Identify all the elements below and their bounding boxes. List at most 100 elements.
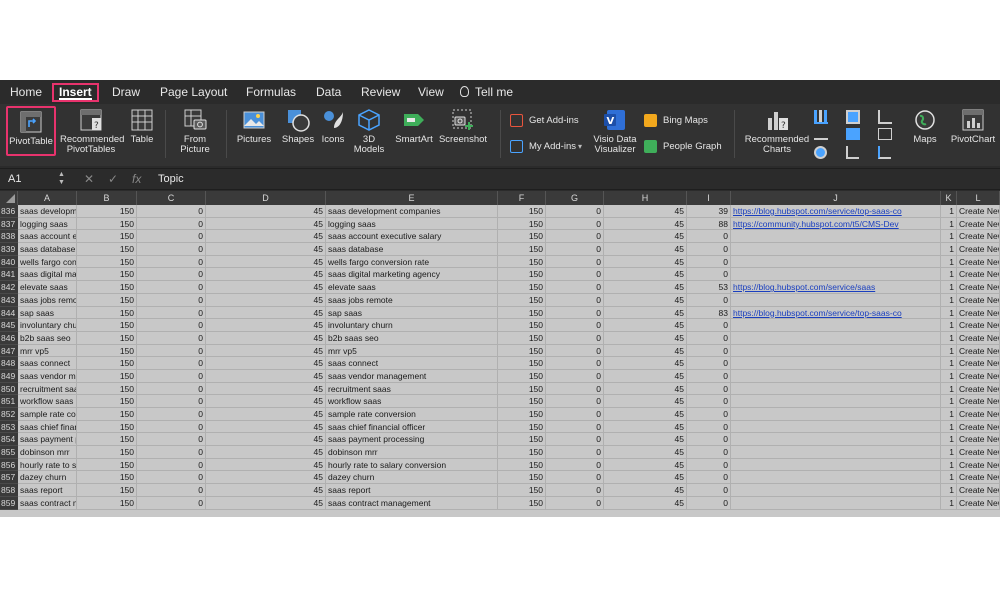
cell-i[interactable]: 39 xyxy=(687,205,731,218)
cell-c[interactable]: 0 xyxy=(137,205,206,218)
cell-b[interactable]: 150 xyxy=(77,408,137,421)
cell-i[interactable]: 0 xyxy=(687,408,731,421)
line-chart-icon[interactable] xyxy=(814,128,828,140)
table-button[interactable]: Table xyxy=(126,106,158,145)
cell-k[interactable]: 1 xyxy=(941,306,957,320)
row-header[interactable]: 845 xyxy=(0,319,18,332)
cell-l[interactable]: Create New xyxy=(957,217,1000,231)
smartart-button[interactable]: SmartArt xyxy=(392,106,436,145)
cell-c[interactable]: 0 xyxy=(137,357,206,370)
cell-c[interactable]: 0 xyxy=(137,471,206,485)
tab-formulas[interactable]: Formulas xyxy=(244,83,298,102)
cell-d[interactable]: 45 xyxy=(206,243,326,256)
cell-g[interactable]: 0 xyxy=(546,205,604,218)
cell-f[interactable]: 150 xyxy=(498,471,546,485)
cell-d[interactable]: 45 xyxy=(206,484,326,497)
tab-view[interactable]: View xyxy=(416,83,446,102)
cell-h[interactable]: 45 xyxy=(604,217,687,231)
row-header[interactable]: 837 xyxy=(0,217,18,231)
cell-c[interactable]: 0 xyxy=(137,420,206,434)
cell-b[interactable]: 150 xyxy=(77,369,137,383)
cell-d[interactable]: 45 xyxy=(206,331,326,345)
cell-k[interactable]: 1 xyxy=(941,433,957,447)
cell-i[interactable]: 0 xyxy=(687,293,731,307)
cell-e[interactable]: sample rate conversion xyxy=(326,408,498,421)
shapes-button[interactable]: Shapes xyxy=(278,106,318,145)
cell-h[interactable]: 45 xyxy=(604,433,687,447)
cell-l[interactable]: Create New xyxy=(957,281,1000,294)
column-header-d[interactable]: D xyxy=(206,191,326,205)
cell-f[interactable]: 150 xyxy=(498,230,546,244)
cell-k[interactable]: 1 xyxy=(941,243,957,256)
cell-l[interactable]: Create New xyxy=(957,433,1000,447)
cell-d[interactable]: 45 xyxy=(206,205,326,218)
pictures-button[interactable]: Pictures xyxy=(232,106,276,145)
cell-g[interactable]: 0 xyxy=(546,319,604,332)
cell-f[interactable]: 150 xyxy=(498,217,546,231)
cell-h[interactable]: 45 xyxy=(604,471,687,485)
screenshot-button[interactable]: Screenshot xyxy=(438,106,488,145)
cell-j[interactable] xyxy=(731,344,941,358)
row-header[interactable]: 856 xyxy=(0,458,18,472)
cell-i[interactable]: 0 xyxy=(687,471,731,485)
cell-f[interactable]: 150 xyxy=(498,446,546,459)
cell-f[interactable]: 150 xyxy=(498,344,546,358)
cell-f[interactable]: 150 xyxy=(498,357,546,370)
cell-i[interactable]: 0 xyxy=(687,255,731,269)
cell-a[interactable]: saas report xyxy=(18,484,77,497)
cell-f[interactable]: 150 xyxy=(498,319,546,332)
insert-function-icon[interactable]: fx xyxy=(132,171,141,188)
cell-c[interactable]: 0 xyxy=(137,484,206,497)
cell-d[interactable]: 45 xyxy=(206,293,326,307)
cell-h[interactable]: 45 xyxy=(604,395,687,408)
cell-e[interactable]: workflow saas xyxy=(326,395,498,408)
cell-b[interactable]: 150 xyxy=(77,205,137,218)
my-addins-button[interactable]: My Add-ins ▾ xyxy=(510,138,582,156)
column-header-i[interactable]: I xyxy=(687,191,731,205)
cell-i[interactable]: 0 xyxy=(687,344,731,358)
row-header[interactable]: 850 xyxy=(0,382,18,396)
cell-b[interactable]: 150 xyxy=(77,293,137,307)
name-box-stepper-icon[interactable]: ▲ ▼ xyxy=(58,171,65,187)
cell-c[interactable]: 0 xyxy=(137,331,206,345)
cell-g[interactable]: 0 xyxy=(546,471,604,485)
column-header-l[interactable]: L xyxy=(957,191,1000,205)
cell-l[interactable]: Create New xyxy=(957,471,1000,485)
cell-i[interactable]: 0 xyxy=(687,484,731,497)
cell-h[interactable]: 45 xyxy=(604,344,687,358)
cell-g[interactable]: 0 xyxy=(546,230,604,244)
cell-f[interactable]: 150 xyxy=(498,281,546,294)
cell-g[interactable]: 0 xyxy=(546,369,604,383)
cell-a[interactable]: saas developme xyxy=(18,205,77,218)
cell-d[interactable]: 45 xyxy=(206,268,326,282)
cell-b[interactable]: 150 xyxy=(77,230,137,244)
cell-b[interactable]: 150 xyxy=(77,255,137,269)
cell-g[interactable]: 0 xyxy=(546,344,604,358)
cell-e[interactable]: sap saas xyxy=(326,306,498,320)
cell-c[interactable]: 0 xyxy=(137,344,206,358)
cell-e[interactable]: saas chief financial officer xyxy=(326,420,498,434)
cell-b[interactable]: 150 xyxy=(77,357,137,370)
row-header[interactable]: 838 xyxy=(0,230,18,244)
cell-l[interactable]: Create New xyxy=(957,243,1000,256)
cell-b[interactable]: 150 xyxy=(77,268,137,282)
cell-c[interactable]: 0 xyxy=(137,293,206,307)
cell-e[interactable]: b2b saas seo xyxy=(326,331,498,345)
cell-h[interactable]: 45 xyxy=(604,496,687,510)
cell-f[interactable]: 150 xyxy=(498,331,546,345)
row-header[interactable]: 839 xyxy=(0,243,18,256)
cell-i[interactable]: 83 xyxy=(687,306,731,320)
cell-e[interactable]: dobinson mrr xyxy=(326,446,498,459)
combo-chart-icon[interactable] xyxy=(878,128,892,140)
cell-l[interactable]: Create New xyxy=(957,293,1000,307)
cell-h[interactable]: 45 xyxy=(604,357,687,370)
tab-draw[interactable]: Draw xyxy=(110,83,142,102)
maps-button[interactable]: Maps xyxy=(906,106,944,145)
cell-l[interactable]: Create New xyxy=(957,319,1000,332)
cell-k[interactable]: 1 xyxy=(941,293,957,307)
cell-b[interactable]: 150 xyxy=(77,281,137,294)
tab-insert[interactable]: Insert xyxy=(52,83,99,102)
cell-h[interactable]: 45 xyxy=(604,420,687,434)
pie-chart-icon[interactable] xyxy=(814,146,827,159)
cell-a[interactable]: saas digital mar xyxy=(18,268,77,282)
